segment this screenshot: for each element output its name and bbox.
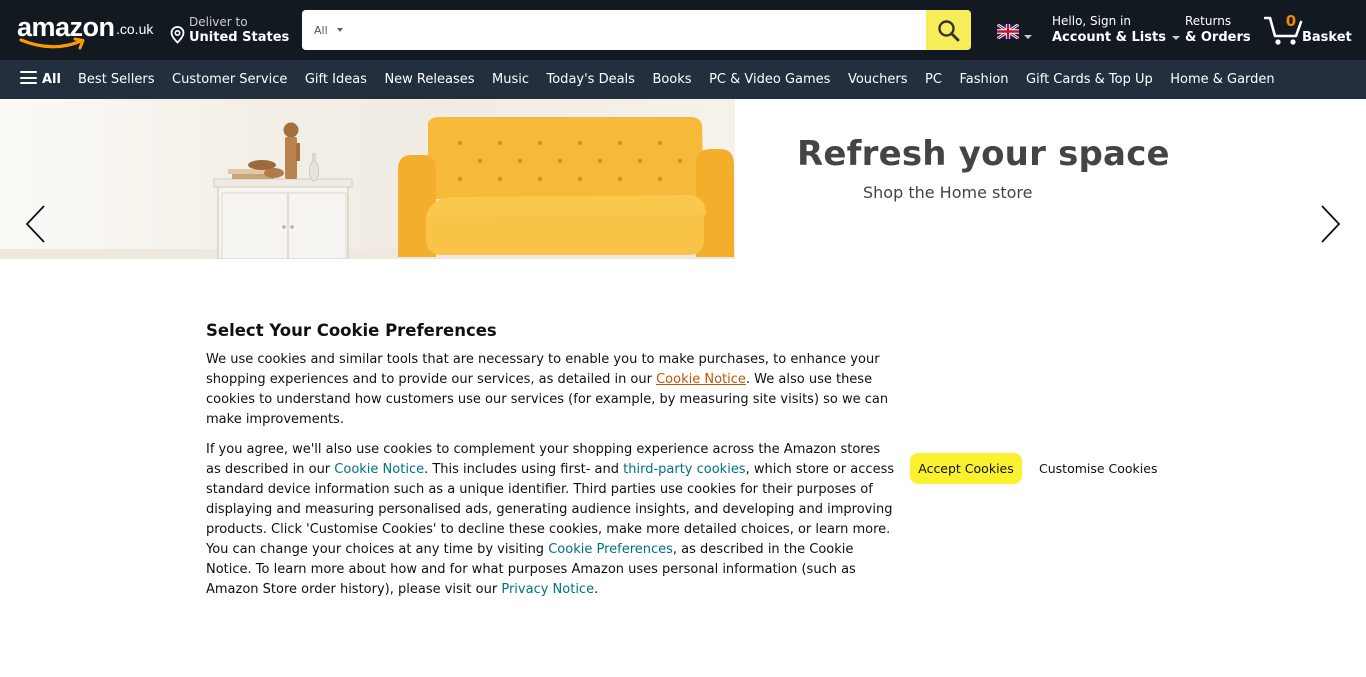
orders-label: & Orders xyxy=(1185,30,1251,45)
account-and-lists[interactable]: Hello, Sign in Account & Lists xyxy=(1052,14,1180,45)
category-links: Best Sellers Customer Service Gift Ideas… xyxy=(78,60,1292,99)
search-icon xyxy=(938,20,960,42)
cookie-preferences-link[interactable]: Cookie Preferences xyxy=(548,542,673,557)
deliver-to-label: Deliver to xyxy=(189,15,248,29)
nav-link-new-releases[interactable]: New Releases xyxy=(384,72,474,87)
hero-title[interactable]: Refresh your space xyxy=(797,134,1170,174)
account-lists-row: Account & Lists xyxy=(1052,30,1180,45)
returns-and-orders[interactable]: Returns & Orders xyxy=(1185,14,1251,45)
account-lists-label: Account & Lists xyxy=(1052,30,1166,45)
logo-domain: .co.uk xyxy=(116,21,154,37)
search-input[interactable] xyxy=(350,10,926,50)
returns-label: Returns xyxy=(1185,14,1232,28)
cookie-paragraph-2: If you agree, we'll also use cookies to … xyxy=(206,440,896,600)
search-category-dropdown[interactable]: All xyxy=(302,10,350,50)
hamburger-menu-icon xyxy=(20,71,37,84)
basket-count: 0 xyxy=(1285,12,1297,30)
search-bar: All xyxy=(302,10,971,50)
logo-smile-icon xyxy=(19,37,85,50)
chevron-down-icon xyxy=(1024,35,1032,39)
privacy-notice-link[interactable]: Privacy Notice xyxy=(501,582,594,597)
cookie-notice-link-2[interactable]: Cookie Notice xyxy=(334,462,424,477)
hero-image-fade xyxy=(733,99,773,259)
chevron-down-icon xyxy=(1171,35,1180,40)
nav-link-home-garden[interactable]: Home & Garden xyxy=(1170,72,1274,87)
nav-link-pc-video-games[interactable]: PC & Video Games xyxy=(709,72,830,87)
hero-carousel[interactable]: Refresh your space Shop the Home store xyxy=(0,99,1366,259)
search-submit-button[interactable] xyxy=(926,10,971,50)
basket-button[interactable]: 0 Basket xyxy=(1264,12,1354,48)
nav-link-pc[interactable]: PC xyxy=(925,72,942,87)
top-navigation-bar: amazon .co.uk Deliver to United States A… xyxy=(0,0,1366,60)
hero-image-living-room xyxy=(0,99,735,259)
nav-link-fashion[interactable]: Fashion xyxy=(959,72,1008,87)
nav-link-books[interactable]: Books xyxy=(652,72,691,87)
chevron-left-icon xyxy=(25,205,45,243)
nav-link-gift-ideas[interactable]: Gift Ideas xyxy=(305,72,367,87)
nav-link-vouchers[interactable]: Vouchers xyxy=(848,72,908,87)
deliver-location: United States xyxy=(189,30,290,45)
sofa-and-cabinet-illustration xyxy=(0,117,735,259)
cookie-paragraph-1: We use cookies and similar tools that ar… xyxy=(206,350,896,430)
customise-cookies-button[interactable]: Customise Cookies xyxy=(1039,453,1157,484)
location-pin-icon xyxy=(170,26,185,44)
all-menu-button[interactable]: All xyxy=(20,71,61,87)
cookie-p2-text-b: . This includes using first- and xyxy=(424,462,624,477)
basket-label: Basket xyxy=(1302,30,1352,45)
search-category-label: All xyxy=(314,24,328,37)
secondary-navigation-bar: All Best Sellers Customer Service Gift I… xyxy=(0,60,1366,99)
uk-flag-icon xyxy=(996,22,1020,41)
nav-link-gift-cards[interactable]: Gift Cards & Top Up xyxy=(1026,72,1153,87)
all-menu-label: All xyxy=(42,72,61,87)
amazon-logo[interactable]: amazon .co.uk xyxy=(17,12,155,50)
cookie-title: Select Your Cookie Preferences xyxy=(206,321,497,340)
cookie-consent-panel: Select Your Cookie Preferences We use co… xyxy=(206,321,896,610)
chevron-right-icon xyxy=(1321,205,1341,243)
accept-cookies-button[interactable]: Accept Cookies xyxy=(910,453,1022,484)
chevron-down-icon xyxy=(337,28,343,32)
nav-link-music[interactable]: Music xyxy=(492,72,529,87)
hero-subtitle[interactable]: Shop the Home store xyxy=(863,183,1032,202)
cookie-p2-text-e: . xyxy=(594,582,599,597)
language-selector[interactable] xyxy=(996,22,1033,44)
nav-link-todays-deals[interactable]: Today's Deals xyxy=(547,72,635,87)
account-greeting: Hello, Sign in xyxy=(1052,14,1131,28)
nav-link-best-sellers[interactable]: Best Sellers xyxy=(78,72,155,87)
carousel-prev-button[interactable] xyxy=(24,204,48,248)
nav-link-customer-service[interactable]: Customer Service xyxy=(172,72,287,87)
carousel-next-button[interactable] xyxy=(1318,204,1342,248)
third-party-cookies-link[interactable]: third-party cookies xyxy=(623,462,745,477)
cookie-notice-link[interactable]: Cookie Notice xyxy=(656,372,746,387)
